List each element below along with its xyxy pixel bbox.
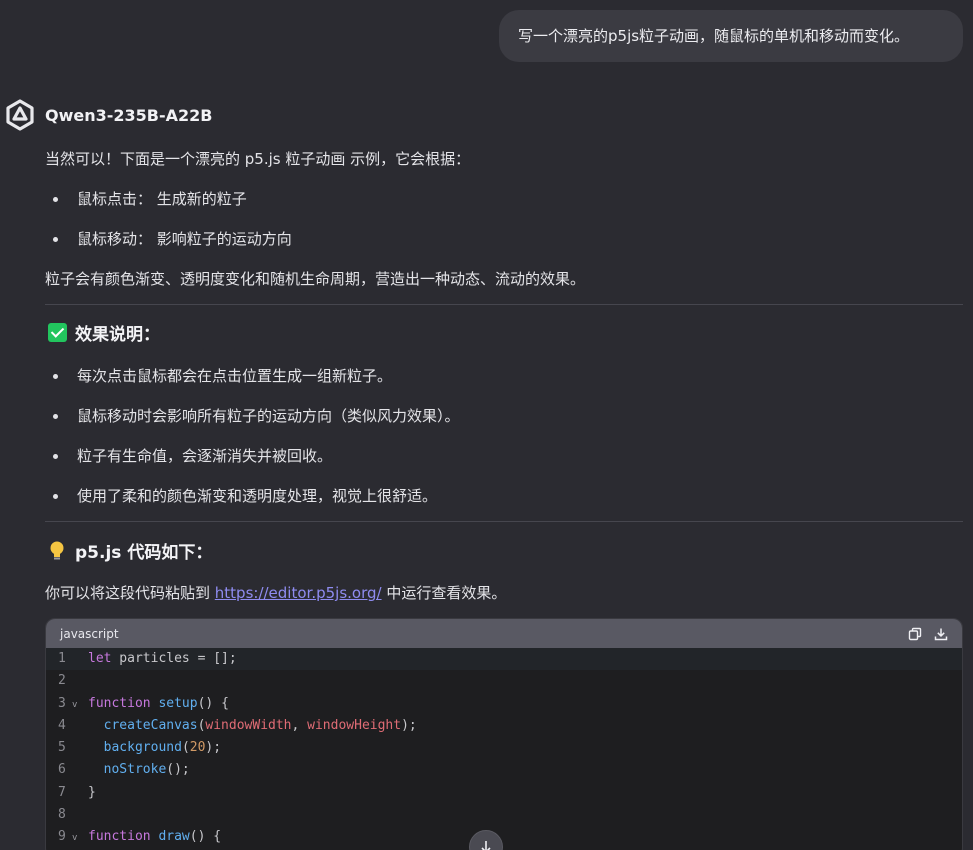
divider [45, 521, 963, 522]
user-message-bubble: 写一个漂亮的p5js粒子动画，随鼠标的单机和移动而变化。 [499, 10, 963, 62]
code-header: javascript [46, 619, 962, 648]
editor-link[interactable]: https://editor.p5js.org/ [215, 584, 382, 602]
qwen-logo [6, 99, 34, 131]
code-line: 8 [58, 807, 66, 823]
code-line: 3 v function setup() { [46, 693, 962, 715]
lightbulb-icon [50, 541, 64, 559]
list-item: 鼠标移动时会影响所有粒子的运动方向（类似风力效果）。 [53, 405, 460, 426]
intro-text: 当然可以！下面是一个漂亮的 p5.js 粒子动画 示例，它会根据： [45, 150, 471, 168]
fold-chevron-icon[interactable]: v [72, 694, 77, 716]
list-item: 每次点击鼠标都会在点击位置生成一组新粒子。 [52, 365, 392, 386]
model-name: Qwen3-235B-A22B [45, 105, 213, 125]
user-message-text: 写一个漂亮的p5js粒子动画，随鼠标的单机和移动而变化。 [518, 27, 910, 45]
code-line: 5 background(20); [58, 740, 222, 756]
code-block: javascript 1 let particles = []; 2 3 v func… [45, 618, 963, 850]
summary-text: 粒子会有颜色渐变、透明度变化和随机生命周期，营造出一种动态、流动的效果。 [45, 270, 586, 288]
list-item: 鼠标移动： 影响粒子的运动方向 [53, 228, 292, 249]
editor-instruction: 你可以将这段代码粘贴到 https://editor.p5js.org/ 中运行… [45, 584, 507, 602]
list-item: 鼠标点击： 生成新的粒子 [53, 188, 247, 209]
list-item: 粒子有生命值，会逐渐消失并被回收。 [52, 445, 332, 466]
download-icon[interactable] [934, 627, 948, 641]
code-line: 6 noStroke(); [58, 762, 190, 778]
section-heading: 效果说明： [45, 320, 160, 345]
code-language: javascript [60, 626, 119, 641]
check-icon [48, 323, 67, 342]
copy-icon[interactable] [908, 627, 922, 641]
code-line: 1 let particles = []; [46, 648, 962, 671]
fold-chevron-icon[interactable]: v [72, 827, 77, 849]
code-line: 4 createCanvas(windowWidth, windowHeight… [58, 717, 417, 733]
code-line: 9 v function draw() { [46, 826, 962, 848]
list-item: 使用了柔和的颜色渐变和透明度处理，视觉上很舒适。 [52, 485, 437, 506]
arrow-down-icon [481, 841, 491, 850]
code-editor[interactable]: 1 let particles = []; 2 3 v function setup(… [46, 648, 962, 849]
section-heading: p5.js 代码如下： [45, 538, 212, 563]
code-line: 2 [58, 673, 66, 689]
code-line: 7} [58, 784, 96, 800]
code-actions [908, 627, 948, 641]
assistant-header: Qwen3-235B-A22B [3, 98, 212, 132]
divider [45, 304, 963, 305]
